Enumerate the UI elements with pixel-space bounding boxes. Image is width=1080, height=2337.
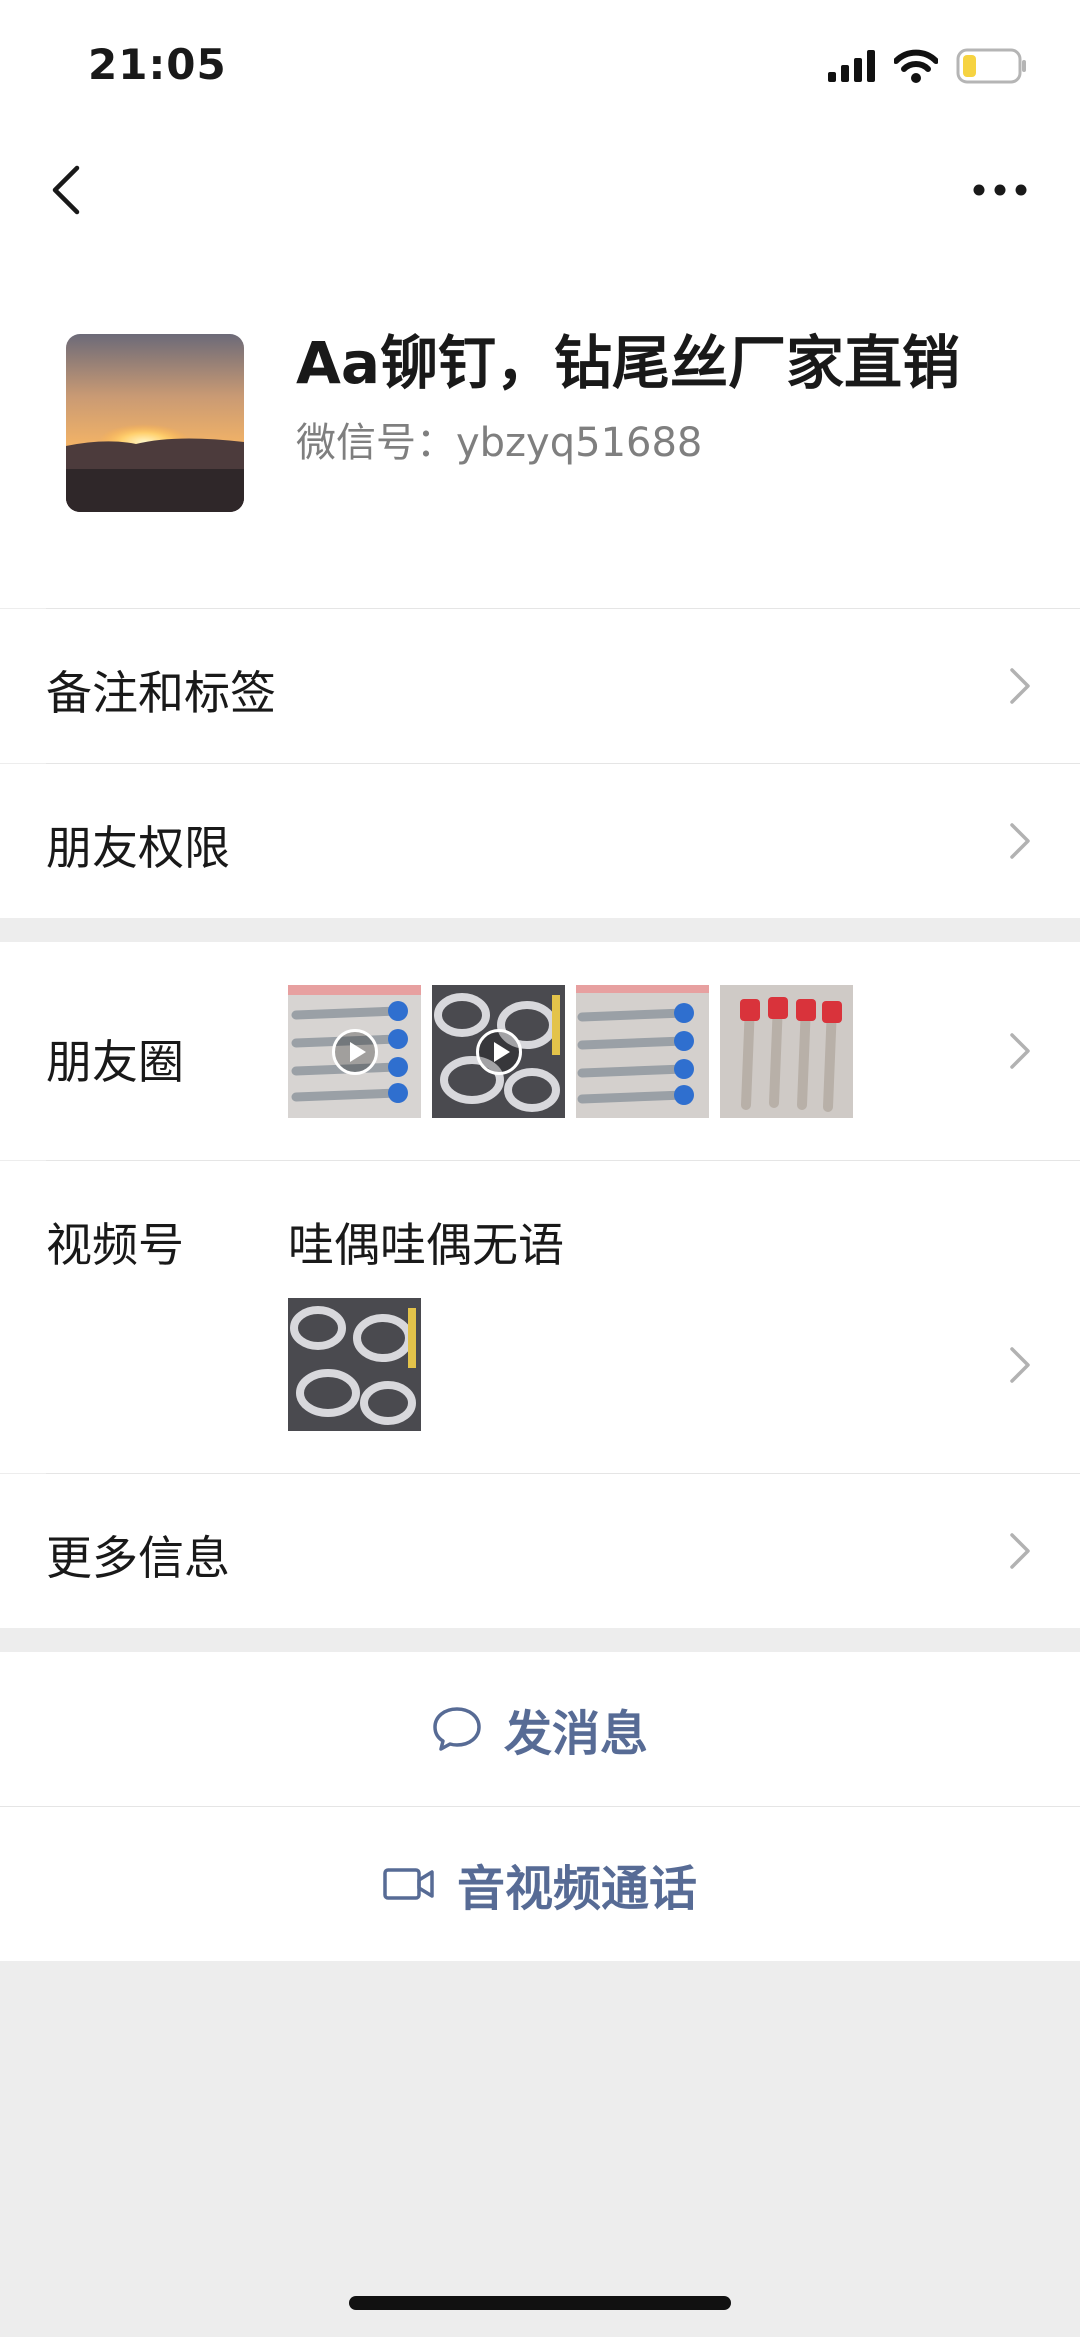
video-call-button[interactable]: 音视频通话 bbox=[0, 1807, 1080, 1961]
row-label: 朋友圈 bbox=[46, 1035, 184, 1089]
wifi-icon bbox=[894, 49, 938, 83]
home-indicator bbox=[349, 2296, 731, 2310]
chevron-right-icon bbox=[1010, 1347, 1030, 1383]
row-label: 朋友权限 bbox=[46, 821, 230, 875]
video-call-label: 音视频通话 bbox=[456, 1861, 697, 1917]
anchors-photo bbox=[720, 985, 853, 1118]
section-gap bbox=[0, 1628, 1080, 1652]
more-dots-icon bbox=[973, 184, 1027, 196]
wechat-id: 微信号：ybzyq51688 bbox=[296, 420, 703, 466]
channels-name: 哇偶哇偶无语 bbox=[288, 1218, 564, 1272]
bolts-photo bbox=[576, 985, 709, 1118]
row-label: 视频号 bbox=[46, 1218, 184, 1272]
chevron-right-icon bbox=[1010, 1533, 1030, 1569]
video-camera-icon bbox=[383, 1868, 434, 1900]
signal-icon bbox=[828, 50, 875, 82]
status-bar: 21:05 bbox=[0, 0, 1080, 130]
nav-bar bbox=[0, 130, 1080, 250]
send-message-label: 发消息 bbox=[503, 1706, 648, 1762]
profile-header: Aa铆钉，钻尾丝厂家直销 微信号：ybzyq51688 bbox=[0, 250, 1080, 608]
status-time: 21:05 bbox=[88, 40, 227, 89]
chevron-right-icon bbox=[1010, 668, 1030, 704]
row-label: 更多信息 bbox=[46, 1531, 230, 1585]
chevron-right-icon bbox=[1010, 1033, 1030, 1069]
row-channels[interactable]: 视频号 哇偶哇偶无语 bbox=[0, 1161, 1080, 1473]
moments-thumbnail bbox=[576, 985, 709, 1118]
play-icon bbox=[332, 1029, 378, 1075]
status-icons bbox=[828, 48, 1028, 84]
sunset-avatar-image bbox=[66, 334, 244, 512]
profile-name: Aa铆钉，钻尾丝厂家直销 bbox=[296, 329, 961, 397]
avatar[interactable] bbox=[66, 334, 244, 512]
row-remark-tags[interactable]: 备注和标签 bbox=[0, 609, 1080, 763]
chevron-right-icon bbox=[1010, 823, 1030, 859]
chevron-left-icon bbox=[52, 165, 80, 215]
moments-thumbnail bbox=[720, 985, 853, 1118]
send-message-button[interactable]: 发消息 bbox=[0, 1652, 1080, 1806]
chat-bubble-icon bbox=[433, 1707, 481, 1751]
row-label: 备注和标签 bbox=[46, 666, 276, 720]
section-gap bbox=[0, 918, 1080, 942]
row-more-info[interactable]: 更多信息 bbox=[0, 1474, 1080, 1628]
moments-thumbnail bbox=[288, 985, 421, 1118]
row-moments[interactable]: 朋友圈 bbox=[0, 942, 1080, 1160]
channels-thumbnail bbox=[288, 1298, 421, 1431]
row-friend-permissions[interactable]: 朋友权限 bbox=[0, 764, 1080, 918]
more-button[interactable] bbox=[960, 150, 1040, 230]
hooks-photo bbox=[288, 1298, 421, 1431]
battery-icon bbox=[956, 48, 1026, 84]
back-button[interactable] bbox=[36, 150, 96, 230]
play-icon bbox=[476, 1029, 522, 1075]
moments-thumbnail bbox=[432, 985, 565, 1118]
